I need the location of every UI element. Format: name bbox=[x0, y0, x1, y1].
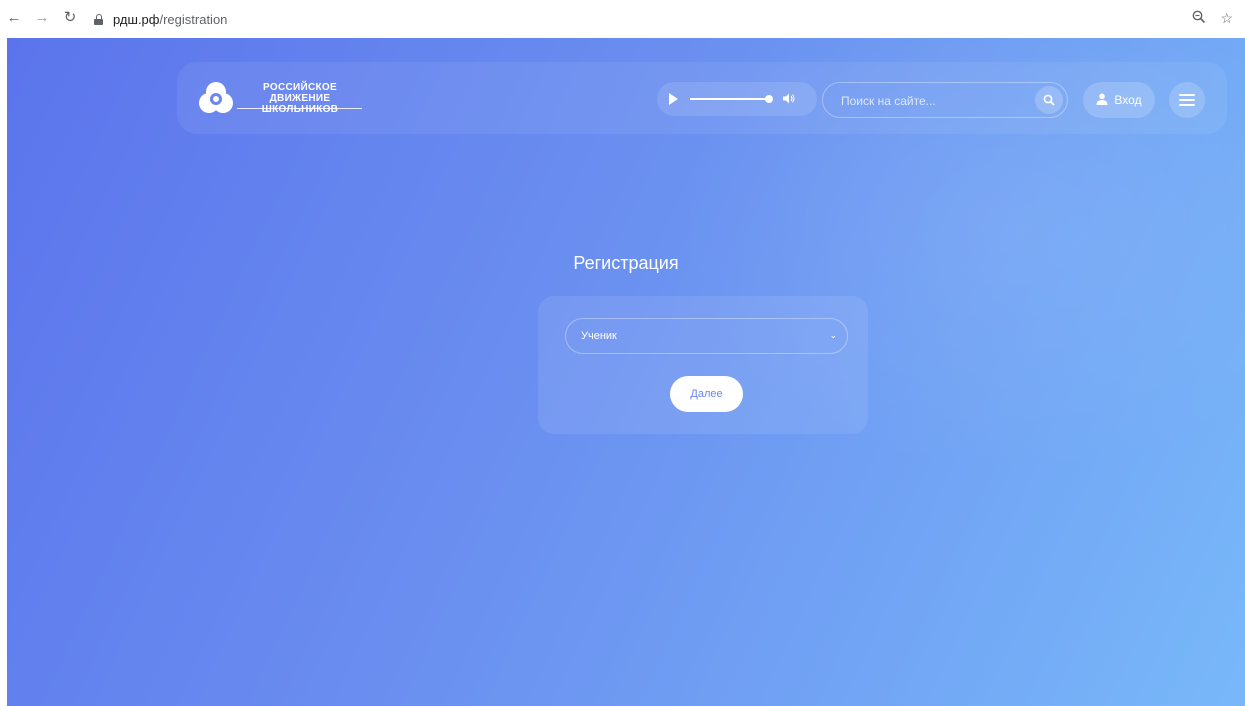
back-arrow-icon[interactable]: ← bbox=[6, 10, 22, 26]
address-bar[interactable]: рдш.рф/registration bbox=[94, 11, 227, 27]
lock-icon[interactable] bbox=[94, 13, 103, 25]
login-label: Вход bbox=[1114, 93, 1142, 107]
menu-icon[interactable] bbox=[1169, 82, 1205, 118]
browser-toolbar: ← → ↻ рдш.рф/registration ☆ bbox=[0, 0, 1245, 38]
logo-underline bbox=[237, 108, 362, 109]
url-host: рдш.рф bbox=[113, 11, 160, 27]
audio-player bbox=[657, 82, 817, 116]
logo-text-line1: РОССИЙСКОЕ bbox=[263, 82, 337, 93]
user-icon bbox=[1096, 93, 1108, 108]
search-input[interactable] bbox=[839, 83, 1023, 119]
site-header: РОССИЙСКОЕ ДВИЖЕНИЕ ШКОЛЬНИКОВ Вход bbox=[177, 62, 1227, 134]
chevron-down-icon: ⌄ bbox=[829, 330, 837, 340]
star-icon[interactable]: ☆ bbox=[1220, 10, 1233, 27]
search-icon[interactable] bbox=[1035, 86, 1063, 114]
reload-icon[interactable]: ↻ bbox=[62, 10, 78, 26]
logo-text-line2: ДВИЖЕНИЕ ШКОЛЬНИКОВ bbox=[261, 93, 339, 115]
audio-progress-knob[interactable] bbox=[765, 95, 773, 103]
registration-card: Ученик ⌄ Далее bbox=[538, 296, 868, 434]
logo-text[interactable]: РОССИЙСКОЕ ДВИЖЕНИЕ ШКОЛЬНИКОВ bbox=[235, 82, 365, 115]
role-select-value: Ученик bbox=[581, 330, 617, 342]
play-icon[interactable] bbox=[669, 93, 678, 105]
login-button[interactable]: Вход bbox=[1083, 82, 1155, 118]
volume-icon[interactable] bbox=[783, 93, 795, 107]
logo-icon[interactable] bbox=[198, 80, 234, 116]
page-title: Регистрация bbox=[573, 253, 679, 273]
forward-arrow-icon[interactable]: → bbox=[34, 10, 50, 26]
page-background: РОССИЙСКОЕ ДВИЖЕНИЕ ШКОЛЬНИКОВ Вход bbox=[7, 38, 1245, 706]
role-select[interactable]: Ученик ⌄ bbox=[565, 318, 848, 354]
next-button[interactable]: Далее bbox=[670, 376, 743, 412]
zoom-icon[interactable] bbox=[1192, 10, 1206, 27]
search-box bbox=[822, 82, 1068, 119]
audio-progress-track[interactable] bbox=[690, 98, 770, 100]
url-path: /registration bbox=[159, 11, 228, 27]
